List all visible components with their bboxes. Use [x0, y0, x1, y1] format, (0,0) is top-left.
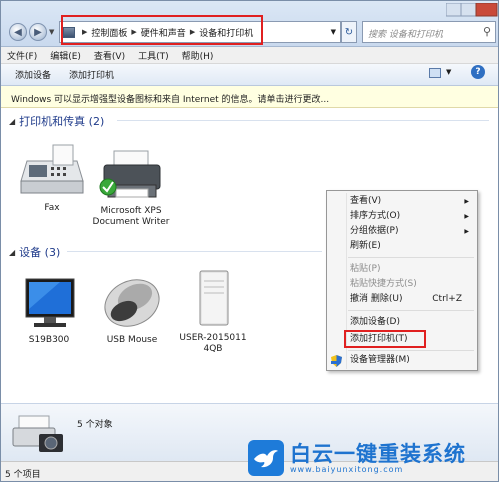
window-controls	[446, 3, 498, 17]
info-bar[interactable]: Windows 可以显示增强型设备图标和来自 Internet 的信息。请单击进…	[1, 86, 498, 108]
refresh-button[interactable]: ↻	[341, 21, 357, 43]
device-label: USB Mouse	[106, 335, 158, 345]
printer-camera-icon	[12, 415, 63, 452]
group-title-printers: 打印机和传真 (2)	[19, 115, 105, 128]
menu-bar: 文件(F) 编辑(E) 查看(V) 工具(T) 帮助(H)	[1, 47, 498, 64]
ctx-group[interactable]: 分组依据(P) ▶	[327, 224, 477, 239]
monitor-icon	[25, 278, 75, 327]
view-dropdown-icon[interactable]: ▼	[446, 68, 451, 76]
menu-help[interactable]: 帮助(H)	[182, 49, 214, 62]
watermark-logo: 白云一键重装系统 www.baiyunxitong.com	[248, 437, 494, 479]
printer-icon	[99, 150, 161, 198]
address-dropdown-icon[interactable]: ▼	[331, 28, 336, 36]
watermark-name: 白云一键重装系统	[290, 441, 466, 466]
add-printer-button[interactable]: 添加打印机	[69, 68, 114, 81]
menu-tools[interactable]: 工具(T)	[138, 49, 169, 62]
device-monitor[interactable]: S19B300	[19, 275, 79, 346]
ctx-view[interactable]: 查看(V) ▶	[327, 194, 477, 209]
command-bar: 添加设备 添加打印机	[1, 64, 498, 86]
ctx-paste[interactable]: 粘贴(P)	[327, 262, 477, 277]
ctx-refresh[interactable]: 刷新(E)	[327, 239, 477, 254]
details-count: 5 个对象	[77, 420, 113, 430]
watermark-url: www.baiyunxitong.com	[290, 464, 404, 474]
device-label: S19B300	[28, 335, 70, 345]
search-input[interactable]: 搜索 设备和打印机 ⚲	[362, 21, 496, 43]
computer-icon	[199, 270, 229, 326]
menu-edit[interactable]: 编辑(E)	[50, 49, 81, 62]
mouse-icon	[104, 279, 160, 327]
back-button[interactable]: ◀	[9, 23, 27, 41]
bird-logo-icon	[248, 440, 284, 476]
breadcrumb-highlight-box	[61, 15, 263, 45]
undo-shortcut: Ctrl+Z	[432, 294, 462, 304]
device-mouse[interactable]: USB Mouse	[99, 273, 165, 346]
menu-view[interactable]: 查看(V)	[94, 49, 125, 62]
collapse-arrow-icon[interactable]: ◢	[9, 248, 15, 257]
device-xps-writer[interactable]: Microsoft XPS Document Writer	[91, 147, 171, 228]
group-header-printers[interactable]: ◢ 打印机和传真 (2)	[9, 113, 489, 129]
help-icon[interactable]: ?	[471, 65, 485, 79]
ctx-add-device[interactable]: 添加设备(D)	[327, 315, 477, 330]
device-label: USER-20150114QB	[179, 333, 247, 354]
search-placeholder: 搜索 设备和打印机	[368, 30, 443, 40]
change-view-icon[interactable]	[429, 68, 441, 78]
submenu-arrow-icon: ▶	[464, 198, 469, 205]
ctx-device-manager[interactable]: 设备管理器(M)	[327, 353, 477, 368]
device-fax[interactable]: Fax	[13, 141, 91, 214]
ctx-sort[interactable]: 排序方式(O) ▶	[327, 209, 477, 224]
add-printer-highlight-box	[344, 330, 426, 348]
ctx-undo[interactable]: 撤消 删除(U) Ctrl+Z	[327, 292, 477, 307]
collapse-arrow-icon[interactable]: ◢	[9, 117, 15, 126]
add-device-button[interactable]: 添加设备	[15, 68, 51, 81]
menu-file[interactable]: 文件(F)	[7, 49, 37, 62]
device-computer[interactable]: USER-20150114QB	[177, 267, 249, 355]
submenu-arrow-icon: ▶	[464, 213, 469, 220]
device-label: Fax	[44, 203, 60, 213]
submenu-arrow-icon: ▶	[464, 228, 469, 235]
forward-button[interactable]: ▶	[29, 23, 47, 41]
fax-icon	[20, 144, 84, 194]
search-icon[interactable]: ⚲	[483, 25, 491, 38]
group-title-devices: 设备 (3)	[19, 246, 61, 259]
history-dropdown-icon[interactable]: ▼	[49, 28, 57, 36]
device-label: Microsoft XPS Document Writer	[92, 206, 170, 227]
shield-icon	[331, 355, 342, 367]
ctx-paste-shortcut[interactable]: 粘贴快捷方式(S)	[327, 277, 477, 292]
devices-and-printers-window: ◀ ▶ ▼ ▶ 控制面板 ▶ 硬件和声音 ▶ 设备和打印机 ▼ ↻ 搜索 设备和…	[0, 0, 499, 482]
